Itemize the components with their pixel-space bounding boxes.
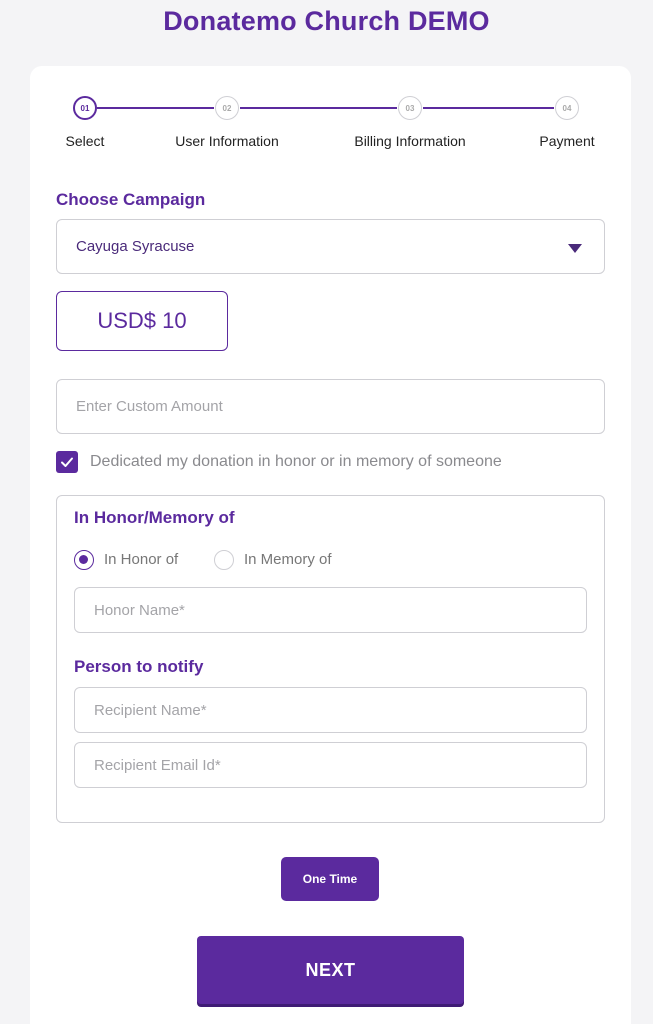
custom-amount-input[interactable] [56, 379, 605, 434]
step-connector [423, 107, 554, 109]
preset-amount-button[interactable]: USD$ 10 [56, 291, 228, 351]
choose-campaign-title: Choose Campaign [56, 190, 206, 209]
person-to-notify-title: Person to notify [74, 657, 204, 676]
step-4-label: Payment [539, 133, 595, 149]
honor-memory-title: In Honor/Memory of [74, 508, 235, 527]
step-1-circle[interactable]: 01 [73, 96, 97, 120]
dedication-checkbox[interactable] [56, 451, 78, 473]
in-memory-radio[interactable] [214, 550, 234, 570]
in-honor-radio[interactable] [74, 550, 94, 570]
step-4-circle[interactable]: 04 [555, 96, 579, 120]
in-memory-label: In Memory of [244, 551, 332, 568]
checkmark-icon [61, 457, 73, 467]
caret-down-icon [568, 244, 582, 253]
step-3-circle[interactable]: 03 [398, 96, 422, 120]
campaign-select[interactable]: Cayuga Syracuse [56, 219, 605, 274]
step-2-circle[interactable]: 02 [215, 96, 239, 120]
recipient-name-input[interactable] [74, 687, 587, 733]
next-button[interactable]: NEXT [197, 936, 464, 1004]
in-honor-label: In Honor of [104, 551, 179, 568]
step-1-label: Select [65, 133, 105, 149]
step-2-label: User Information [175, 133, 279, 149]
honor-name-input[interactable] [74, 587, 587, 633]
page-title: Donatemo Church DEMO [163, 6, 490, 36]
campaign-selected-value: Cayuga Syracuse [76, 238, 195, 255]
step-connector [240, 107, 397, 109]
one-time-button[interactable]: One Time [281, 857, 379, 901]
step-connector [97, 107, 214, 109]
step-3-label: Billing Information [354, 133, 466, 149]
recipient-email-input[interactable] [74, 742, 587, 788]
dedication-label: Dedicated my donation in honor or in mem… [90, 453, 502, 470]
stepper: 01 02 03 04 Select User Information Bill… [0, 96, 653, 156]
